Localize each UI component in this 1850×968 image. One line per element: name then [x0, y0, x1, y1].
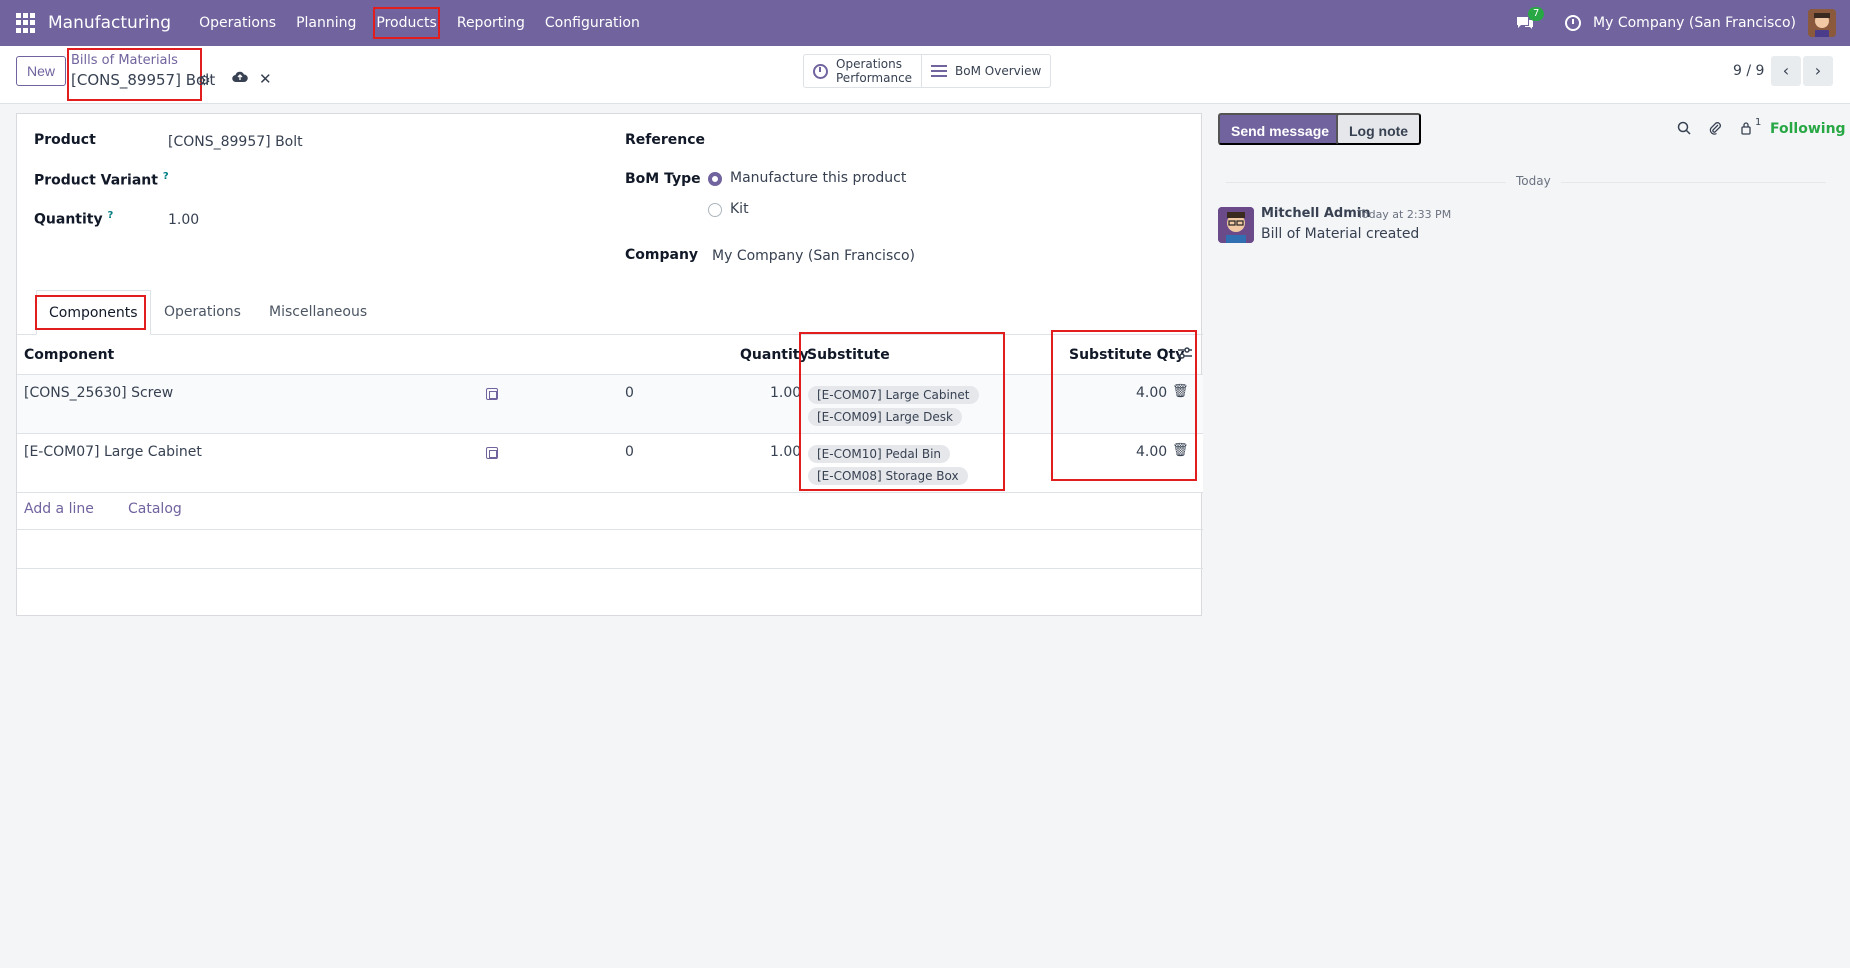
apps-menu-icon[interactable] [16, 13, 36, 33]
substitute-highlight [799, 332, 1005, 491]
log-note-button[interactable]: Log note [1336, 113, 1422, 145]
systray: 7 My Company (San Francisco) [1515, 0, 1850, 46]
copy-icon[interactable] [486, 388, 498, 400]
save-cloud-icon[interactable] [232, 71, 248, 87]
top-navbar: Manufacturing Operations Planning Produc… [0, 0, 1850, 46]
follower-count: 1 [1755, 117, 1762, 128]
tab-operations[interactable]: Operations [164, 290, 241, 335]
product-field[interactable]: [CONS_89957] Bolt [168, 134, 303, 150]
followers-icon[interactable] [1740, 121, 1752, 139]
reference-label: Reference [625, 132, 706, 148]
messages-count-badge: 7 [1528, 7, 1545, 21]
message-author[interactable]: Mitchell Admin [1261, 206, 1370, 221]
search-icon[interactable] [1677, 121, 1691, 139]
new-button[interactable]: New [16, 56, 67, 86]
divider [17, 568, 1203, 569]
divider [17, 529, 1203, 530]
messages-icon[interactable]: 7 [1515, 7, 1545, 31]
radio-manufacture[interactable] [708, 172, 722, 186]
form-sheet: Product [CONS_89957] Bolt Product Varian… [16, 113, 1203, 616]
breadcrumb-parent[interactable]: Bills of Materials [71, 53, 178, 68]
control-panel: New Bills of Materials [CONS_89957] Bolt… [0, 46, 1850, 104]
main-menu: Operations Planning Products Reporting C… [189, 0, 650, 46]
product-variant-field[interactable] [168, 171, 468, 191]
pager-next-button[interactable]: › [1803, 56, 1833, 86]
column-component[interactable]: Component [24, 335, 114, 375]
product-variant-label: Product Variant ? [34, 171, 169, 189]
product-label: Product [34, 132, 96, 148]
bom-type-label: BoM Type [625, 171, 701, 187]
radio-kit[interactable] [708, 203, 722, 217]
author-avatar[interactable] [1218, 207, 1254, 243]
quantity-field[interactable]: 1.00 [168, 212, 199, 228]
discard-icon[interactable]: ✕ [259, 70, 272, 88]
clock-icon [813, 63, 828, 79]
row-col3: 0 [625, 444, 634, 460]
copy-icon[interactable] [486, 447, 498, 459]
menu-products[interactable]: Products [366, 0, 446, 46]
pager-value[interactable]: 9 / 9 [1733, 63, 1764, 79]
table-row[interactable]: [E-COM07] Large Cabinet 0 1.00 [E-COM10]… [17, 434, 1203, 493]
send-message-button[interactable]: Send message [1218, 113, 1343, 145]
menu-planning[interactable]: Planning [286, 0, 366, 46]
smart-buttons: Operations Performance BoM Overview [803, 54, 1052, 88]
bom-overview-button[interactable]: BoM Overview [922, 55, 1050, 87]
app-name[interactable]: Manufacturing [48, 13, 171, 33]
row-quantity[interactable]: 1.00 [770, 444, 801, 460]
company-field[interactable]: My Company (San Francisco) [712, 248, 915, 264]
menu-configuration[interactable]: Configuration [535, 0, 650, 46]
gear-icon[interactable]: ⚙ [198, 73, 211, 89]
bars-icon [931, 62, 948, 80]
operations-performance-label-1: Operations [836, 57, 902, 71]
breadcrumb-current: [CONS_89957] Bolt [71, 71, 216, 89]
help-icon: ? [107, 210, 114, 221]
radio-manufacture-label[interactable]: Manufacture this product [730, 170, 906, 186]
notebook-tabs: Components Operations Miscellaneous [17, 290, 1203, 335]
reference-field[interactable] [712, 132, 1112, 152]
row-component[interactable]: [CONS_25630] Screw [24, 385, 173, 401]
bom-overview-label: BoM Overview [955, 64, 1042, 78]
paperclip-icon[interactable] [1708, 121, 1722, 139]
activity-clock-icon[interactable] [1565, 15, 1582, 31]
menu-reporting[interactable]: Reporting [447, 0, 535, 46]
table-row[interactable]: [CONS_25630] Screw 0 1.00 [E-COM07] Larg… [17, 375, 1203, 434]
row-quantity[interactable]: 1.00 [770, 385, 801, 401]
date-separator-label: Today [1506, 174, 1561, 188]
message-body: Bill of Material created [1261, 226, 1420, 242]
tab-highlight [35, 295, 146, 330]
quantity-label: Quantity ? [34, 210, 114, 228]
pager-previous-button[interactable]: ‹ [1771, 56, 1801, 86]
add-line-link[interactable]: Add a line [24, 501, 94, 517]
operations-performance-label-2: Performance [836, 71, 913, 85]
catalog-link[interactable]: Catalog [128, 501, 182, 517]
table-header: Component Quantity Substitute Substitute… [17, 335, 1203, 375]
divider [17, 492, 1203, 493]
radio-kit-label[interactable]: Kit [730, 201, 749, 217]
row-component[interactable]: [E-COM07] Large Cabinet [24, 444, 202, 460]
menu-operations[interactable]: Operations [189, 0, 286, 46]
substitute-qty-highlight [1051, 330, 1197, 481]
company-label: Company [625, 247, 699, 263]
operations-performance-button[interactable]: Operations Performance [804, 55, 923, 87]
company-switcher[interactable]: My Company (San Francisco) [1593, 15, 1796, 31]
message-time: Today at 2:33 PM [1357, 208, 1452, 221]
user-avatar[interactable] [1808, 9, 1836, 37]
following-button[interactable]: Following [1770, 121, 1846, 137]
tab-miscellaneous[interactable]: Miscellaneous [269, 290, 367, 335]
row-col3: 0 [625, 385, 634, 401]
